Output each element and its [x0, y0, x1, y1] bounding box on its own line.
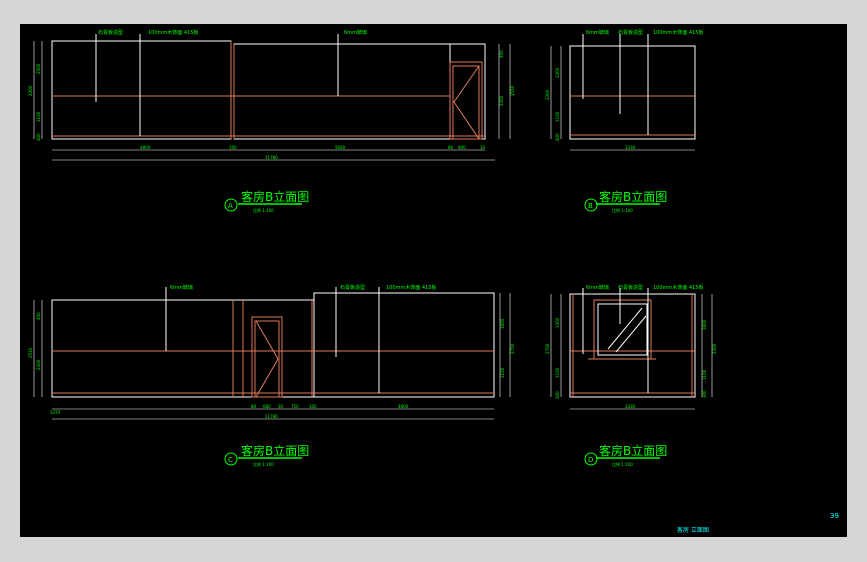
dimension-text: 3370: [50, 410, 61, 415]
dimension-text: 1600: [702, 319, 707, 330]
callout-text: 100mm木饰面 415板: [148, 29, 198, 36]
dimension-text: 1100: [36, 111, 41, 122]
elevation-bottom-left: 6mm玻璃 石膏板造型 100mm木饰面 415板 3370 80 680 30…: [28, 284, 515, 467]
dimension-text: 30: [480, 145, 486, 150]
dimension-text: 5660: [335, 145, 346, 150]
scale-text: 比例 1:100: [253, 461, 274, 467]
dimension-text: 2300: [545, 89, 550, 100]
dimension-text: 1100: [500, 367, 505, 378]
dimension-text: 1300: [555, 67, 560, 78]
callout-text: 100mm木饰面 415板: [386, 284, 436, 291]
callout-text: 石膏板造型: [618, 284, 643, 291]
dimension-text: 30: [278, 404, 284, 409]
dimension-text: 11780: [265, 414, 278, 419]
dimension-text: 450: [499, 50, 504, 58]
elevation-bottom-right: 6mm玻璃 石膏板造型 100mm木饰面 415板 3330 1300 1100…: [545, 284, 717, 467]
dimension-text: 300: [702, 390, 707, 398]
door-swing: [453, 65, 480, 140]
dimension-text: 750: [291, 404, 299, 409]
title-text: 客房B立面图: [241, 443, 309, 458]
marker-letter: D: [588, 456, 593, 464]
wall-outline: [449, 43, 486, 140]
elevation-title: D 客房B立面图 比例 1:100: [584, 443, 667, 467]
title-text: 客房B立面图: [241, 189, 309, 204]
callout-text: 100mm木饰面 415板: [653, 29, 703, 36]
marker-letter: A: [228, 202, 233, 210]
elevation-title: B 客房B立面图 比例 1:100: [584, 189, 667, 213]
dimension-text: 3330: [625, 404, 636, 409]
callout-text: 6mm玻璃: [586, 284, 609, 291]
elevation-sheet: 石膏板造型 100mm木饰面 415板 6mm玻璃 4800 100 5660 …: [28, 29, 839, 534]
dimension-text: 100: [309, 404, 317, 409]
elevation-title: A 客房B立面图 比例 1:100: [224, 189, 309, 213]
dimension-text: 4800: [140, 145, 151, 150]
wall-outline: [569, 293, 696, 398]
dimension-text: 2700: [510, 343, 515, 354]
dimension-text: 3330: [625, 145, 636, 150]
page-number: 39: [830, 512, 839, 520]
dimension-text: 100: [229, 145, 237, 150]
dimension-text: 400: [555, 133, 560, 141]
dimension-text: 2300: [36, 359, 41, 370]
wall-outline: [569, 45, 696, 140]
door-leaf: [254, 320, 280, 398]
dimension-text: 80: [448, 145, 454, 150]
wall-outline: [233, 43, 451, 140]
callout-text: 100mm木饰面 415板: [653, 284, 703, 291]
callout-text: 石膏板造型: [340, 284, 365, 291]
callout-text: 6mm玻璃: [344, 29, 367, 36]
scale-text: 比例 1:100: [612, 461, 633, 467]
dimension-text: 450: [36, 312, 41, 320]
title-text: 客房B立面图: [599, 443, 667, 458]
dimension-text: 11780: [265, 155, 278, 160]
dimension-text: 2500: [36, 63, 41, 74]
door-leaf: [452, 65, 480, 140]
glass-hatch: [607, 307, 643, 350]
dimension-text: 1300: [555, 317, 560, 328]
dimension-text: 1100: [555, 367, 560, 378]
dimension-text: 2700: [545, 343, 550, 354]
callout-text: 6mm玻璃: [170, 284, 193, 291]
elevation-title: C 客房B立面图 比例 1:100: [224, 443, 309, 467]
scale-text: 比例 1:100: [253, 207, 274, 213]
dimension-text: 4800: [398, 404, 409, 409]
sheet-title: 客房 立面图: [677, 526, 709, 534]
mirror-frame: [593, 299, 652, 360]
callout-text: 石膏板造型: [618, 29, 643, 36]
door-frame: [251, 316, 283, 398]
cad-drawing-canvas: 石膏板造型 100mm木饰面 415板 6mm玻璃 4800 100 5660 …: [20, 24, 847, 537]
marker-letter: C: [228, 456, 233, 464]
marker-letter: B: [588, 202, 593, 210]
dimension-text: 2300: [499, 95, 504, 106]
dimension-text: 80: [251, 404, 257, 409]
dimension-text: 400: [36, 133, 41, 141]
door-swing: [255, 320, 279, 398]
title-text: 客房B立面图: [599, 189, 667, 204]
wall-outline: [51, 299, 315, 398]
dimension-text: 680: [263, 404, 271, 409]
dimension-text: 1100: [555, 111, 560, 122]
scale-text: 比例 1:100: [612, 207, 633, 213]
dimension-text: 2300: [28, 85, 33, 96]
wall-outline: [313, 292, 495, 398]
dimension-text: 2550: [510, 85, 515, 96]
dimension-text: 1600: [500, 318, 505, 329]
dimension-text: 300: [555, 391, 560, 399]
dimension-text: 800: [458, 145, 466, 150]
callout-text: 6mm玻璃: [586, 29, 609, 36]
mirror-glass: [597, 303, 648, 356]
elevation-top-left: 石膏板造型 100mm木饰面 415板 6mm玻璃 4800 100 5660 …: [28, 29, 515, 213]
dimension-text: 2510: [28, 347, 33, 358]
callout-text: 石膏板造型: [98, 29, 123, 36]
dimension-text: 1100: [702, 369, 707, 380]
wall-outline: [51, 40, 232, 140]
dimension-text: 2300: [712, 343, 717, 354]
elevation-top-right: 6mm玻璃 石膏板造型 100mm木饰面 415板 3330 1300 1100…: [545, 29, 703, 213]
